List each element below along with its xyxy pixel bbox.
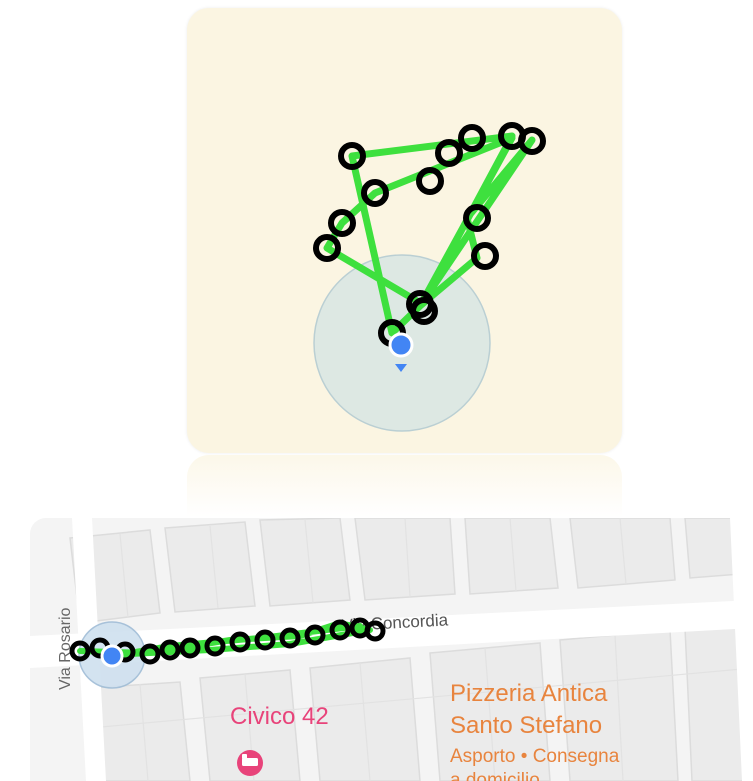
top-map-view[interactable] (187, 8, 622, 453)
civico-42-label[interactable]: Civico 42 (230, 703, 329, 730)
top-map-canvas (313, 122, 546, 432)
current-location-dot (100, 644, 124, 668)
pizzeria-name-line1[interactable]: Pizzeria Antica (450, 680, 608, 707)
current-location-dot (388, 332, 414, 358)
pizzeria-services-cont: a domicilio (450, 770, 540, 781)
pizzeria-name-line2[interactable]: Santo Stefano (450, 712, 602, 739)
hotel-marker[interactable] (237, 750, 263, 776)
top-map-reflection (187, 455, 622, 517)
bed-icon (242, 758, 258, 766)
pizzeria-services: Asporto • Consegna (450, 746, 620, 767)
bottom-map-canvas: Via Concordia Via Rosario Civico 42 Pizz… (30, 518, 753, 781)
bottom-map-view[interactable]: Via Concordia Via Rosario Civico 42 Pizz… (30, 518, 753, 781)
